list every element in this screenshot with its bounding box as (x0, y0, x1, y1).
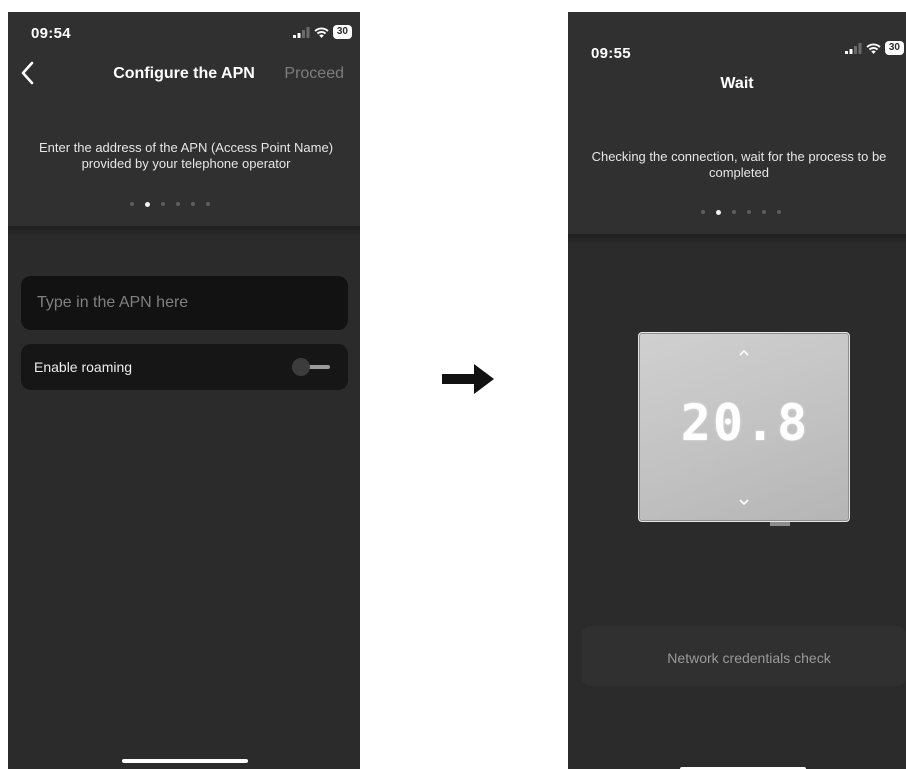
wait-screen: 09:55 30 Wait Checking the connection, w… (568, 12, 906, 769)
step-indicator (8, 201, 346, 207)
header-panel: 09:54 30 Configure the APN Proceed Enter… (8, 12, 360, 226)
step-dot (176, 202, 180, 206)
step-dot (191, 202, 195, 206)
thermostat-device: 20.8 (638, 332, 850, 526)
step-dot (762, 210, 766, 214)
step-dot (747, 210, 751, 214)
toggle-knob (292, 358, 310, 376)
instruction-text: Checking the connection, wait for the pr… (591, 149, 887, 180)
chevron-up-icon (739, 349, 749, 356)
thermostat-face: 20.8 (638, 332, 850, 522)
step-dot (777, 210, 781, 214)
battery-icon: 30 (884, 41, 904, 55)
status-panel: Network credentials check (582, 626, 906, 686)
signal-bars-icon (292, 26, 310, 38)
step-dot (732, 210, 736, 214)
step-dot (130, 202, 134, 206)
status-icons: 30 (844, 41, 904, 55)
signal-bars-icon (844, 42, 862, 54)
apn-input[interactable] (21, 276, 348, 330)
status-time: 09:54 (31, 25, 71, 42)
thermostat-foot (770, 522, 790, 526)
roaming-toggle[interactable] (292, 358, 332, 376)
header-divider (8, 226, 360, 236)
wifi-icon (866, 42, 881, 54)
roaming-label: Enable roaming (34, 359, 133, 375)
chevron-down-icon (739, 499, 749, 506)
proceed-button[interactable]: Proceed (284, 65, 344, 83)
header-divider (568, 234, 906, 244)
page-title: Wait (720, 75, 754, 92)
header-panel: 09:55 30 Wait Checking the connection, w… (568, 12, 906, 234)
battery-icon: 30 (332, 25, 352, 39)
home-indicator[interactable] (122, 759, 248, 763)
step-dot (161, 202, 165, 206)
step-dot (701, 210, 705, 214)
status-message: Network credentials check (667, 650, 831, 666)
roaming-row: Enable roaming (21, 344, 348, 390)
step-dot (206, 202, 210, 206)
status-icons: 30 (292, 25, 352, 39)
thermostat-display: 20.8 (680, 394, 810, 452)
arrow-right-icon (442, 364, 494, 394)
step-dot-active (716, 209, 721, 215)
instruction-text: Enter the address of the APN (Access Poi… (38, 140, 334, 171)
wifi-icon (314, 26, 329, 38)
step-dot-active (145, 201, 150, 207)
apn-config-screen: 09:54 30 Configure the APN Proceed Enter… (8, 12, 360, 769)
step-indicator (572, 209, 906, 215)
status-time: 09:55 (591, 45, 631, 62)
